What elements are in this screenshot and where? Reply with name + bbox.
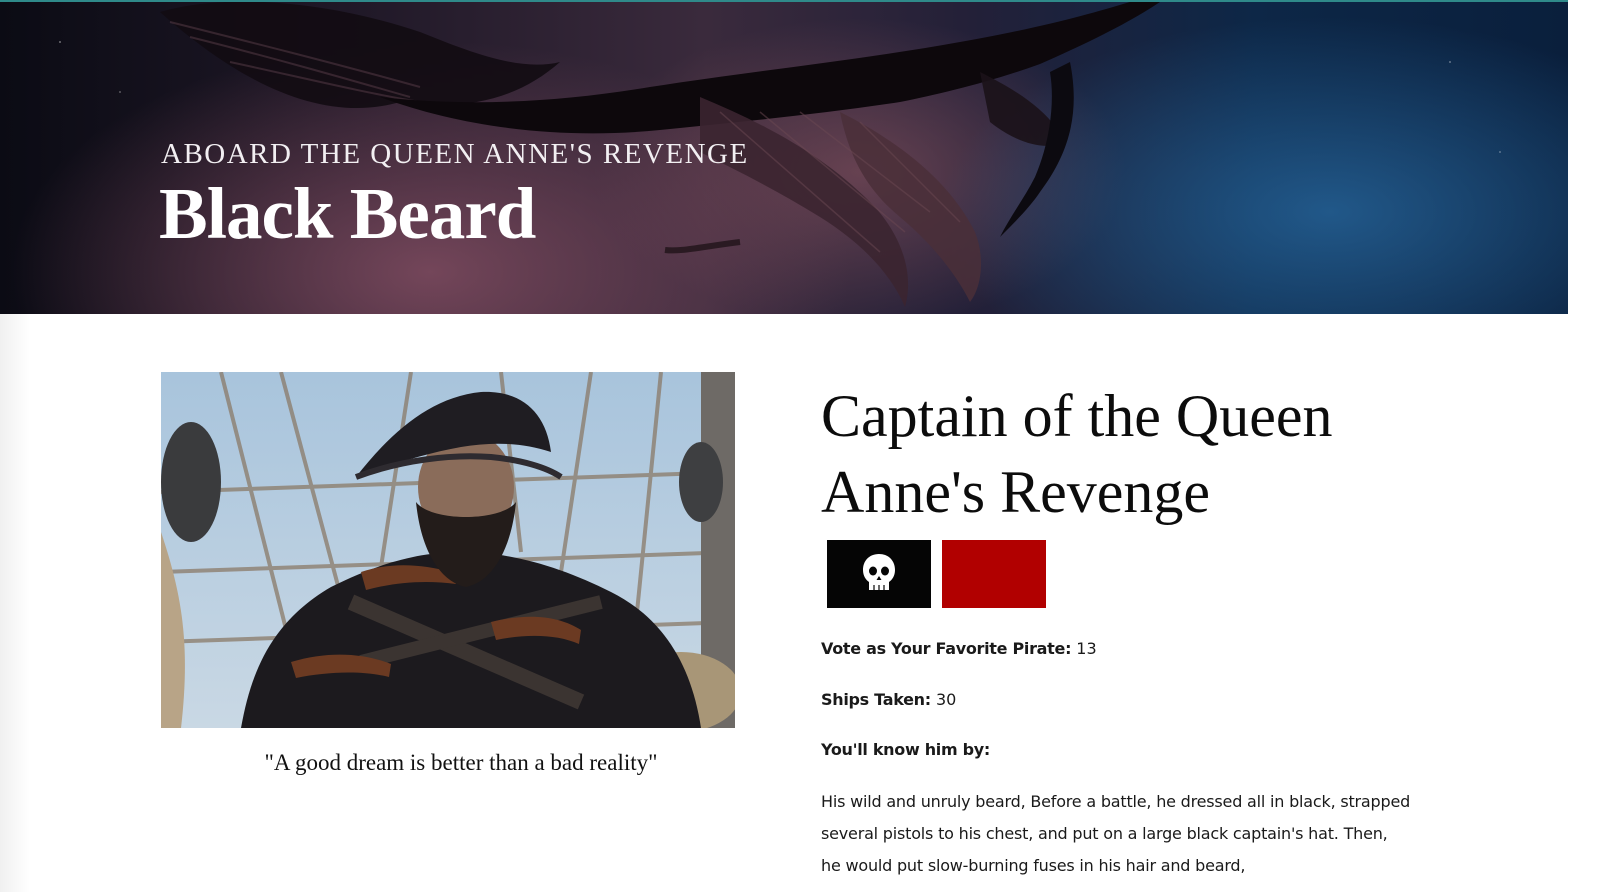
vote-value: 13 [1076,639,1097,658]
right-gutter [1568,0,1600,892]
ships-label: Ships Taken: [821,690,931,709]
know-label: You'll know him by: [821,740,991,759]
hero-subtitle: ABOARD THE QUEEN ANNE'S REVENGE [161,138,749,170]
hero-banner: ABOARD THE QUEEN ANNE'S REVENGE Black Be… [0,0,1568,314]
ships-taken: Ships Taken: 30 [821,690,956,709]
pirate-portrait-image [161,372,735,728]
pirate-description: His wild and unruly beard, Before a batt… [821,792,1411,875]
ships-value: 30 [935,690,957,709]
know-him-by: You'll know him by: [821,740,990,759]
skull-flag-icon [827,540,931,608]
hero-title: Black Beard [159,173,536,254]
pirate-quote: "A good dream is better than a bad reali… [264,750,658,775]
vote-count: Vote as Your Favorite Pirate: 13 [821,639,1097,658]
vote-label: Vote as Your Favorite Pirate: [821,639,1072,658]
captain-heading: Captain of the Queen Anne's Revenge [821,383,1333,525]
red-flag-icon [942,540,1046,608]
left-edge-shadow [0,314,30,892]
